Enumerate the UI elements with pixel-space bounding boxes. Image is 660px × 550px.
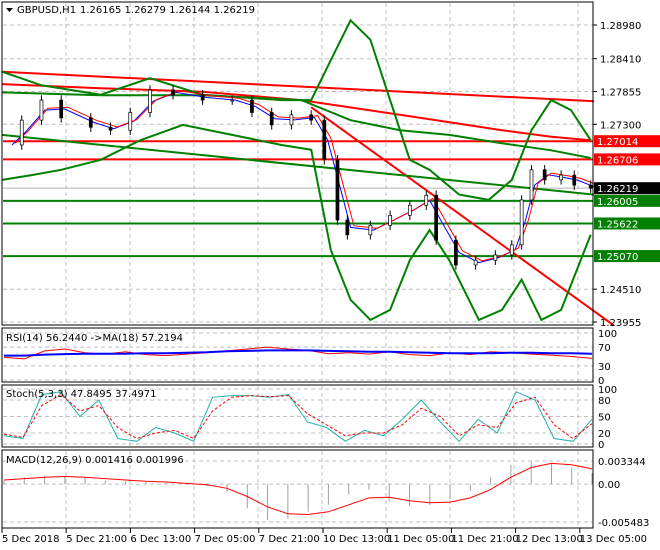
rsi-tick-label: 100 [598,329,617,340]
rsi-label: RSI(14) 56.2440 ->MA(18) 57.2194 [6,333,183,344]
macd-label: MACD(12,26,9) 0.001416 0.001996 [6,455,184,466]
stoch-tick-label: 80 [598,396,611,407]
time-tick-label: 7 Dec 21:00 [259,534,320,545]
stoch-tick-label: 50 [598,413,611,424]
candle [454,239,458,266]
price-level-label: 1.25070 [597,252,638,263]
candle [529,169,534,201]
price-tick-label: 1.28980 [600,21,641,32]
candle [473,259,478,266]
stoch-tick-label: 20 [598,429,611,440]
candle [368,225,373,236]
candle [388,214,392,226]
candle [322,119,327,161]
time-tick-label: 10 Dec 13:00 [323,534,390,545]
candle [572,174,577,186]
candle [407,204,412,216]
macd-tick-label: 0.00 [598,480,620,491]
candle [171,89,175,96]
time-tick-label: 12 Dec 13:00 [516,534,583,545]
time-tick-label: 11 Dec 05:00 [387,534,454,545]
price-tick-label: 1.23955 [600,318,641,329]
time-tick-label: 13 Dec 05:00 [580,534,647,545]
price-level-label: 1.26005 [597,197,638,208]
candle [434,194,438,241]
macd-tick-label: -0.005483 [598,518,649,529]
time-tick-label: 6 Dec 13:00 [130,534,191,545]
candle [309,114,314,121]
candle [559,174,563,181]
price-level-label: 1.27014 [597,137,638,148]
macd-tick-label: 0.003344 [598,457,646,468]
stoch-tick-label: 100 [598,385,617,396]
price-level-label: 1.25622 [597,219,638,230]
candle [128,112,133,131]
candle [19,119,24,146]
candle [148,89,152,113]
candle [588,184,593,189]
mt4-chart-window: 1.28980 1.28410 1.27855 1.27300 1.24510 1.239… [0,0,660,550]
candle [39,99,44,121]
rsi-tick-label: 70 [598,343,611,354]
time-tick-label: 7 Dec 05:00 [195,534,256,545]
time-tick-label: 5 Dec 2018 [2,534,60,545]
candle [519,199,524,246]
candle [108,126,113,131]
candle [424,194,429,206]
price-tick-label: 1.24510 [600,285,641,296]
stoch-label: Stoch(5,3,3) 47.8495 37.4971 [6,389,157,400]
candle [542,169,547,181]
candle [59,99,64,119]
candle [335,159,340,221]
time-tick-label: 5 Dec 21:00 [66,534,127,545]
candle [345,219,350,236]
price-tick-label: 1.28410 [600,55,641,66]
stoch-tick-label: 0 [598,440,604,451]
chart-canvas[interactable]: 1.28980 1.28410 1.27855 1.27300 1.24510 1.239… [0,0,660,550]
candle [269,112,274,126]
ohlc-label: 1.26165 1.26279 1.26144 1.26219 [80,5,255,16]
candle [509,244,514,256]
candle [230,99,235,102]
candle [200,94,205,101]
candle [493,254,498,261]
rsi-tick-label: 30 [598,362,611,373]
candle [289,114,294,126]
price-tick-label: 1.27855 [600,87,641,98]
time-tick-label: 11 Dec 21:00 [451,534,518,545]
price-tick-label: 1.27300 [600,120,641,131]
candle [88,117,93,128]
price-level-label: 1.26219 [597,184,638,195]
price-level-label: 1.26706 [597,155,638,166]
candle [250,99,254,113]
symbol-label: GBPUSD,H1 [17,5,76,16]
